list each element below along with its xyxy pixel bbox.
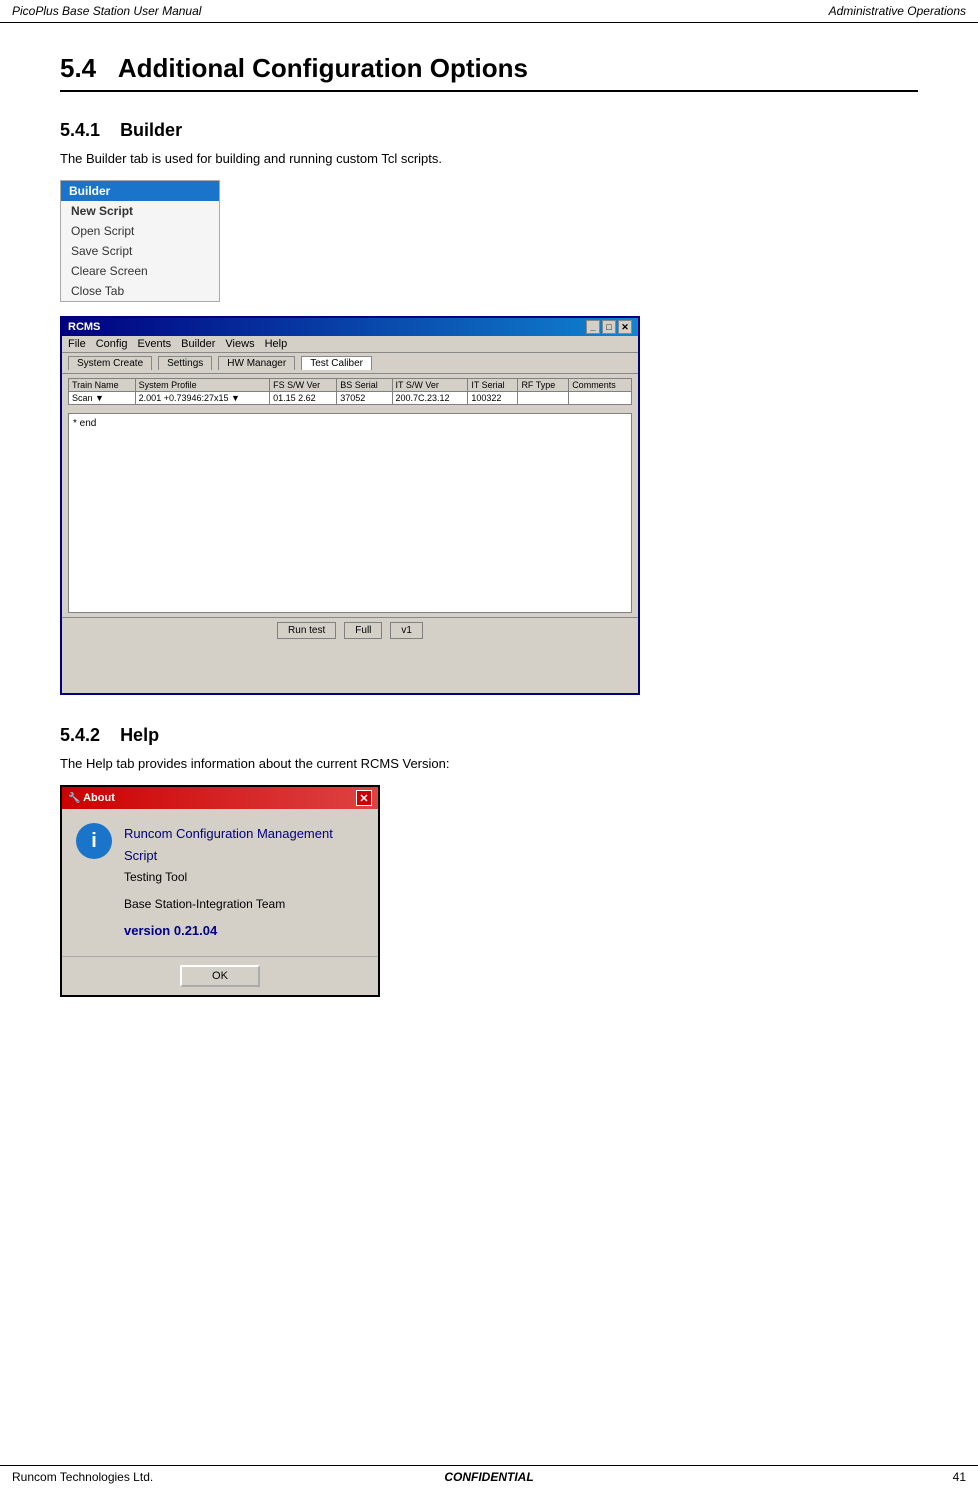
rcms-menu-config[interactable]: Config [96,338,128,350]
rcms-col-rf-type: RF Type [518,379,569,392]
rcms-menu-events[interactable]: Events [138,338,172,350]
rcms-minimize-btn[interactable]: _ [586,320,600,334]
rcms-toolbar: System Create Settings HW Manager Test C… [62,353,638,374]
rcms-titlebar: RCMS _ □ ✕ [62,318,638,336]
about-info-icon: i [76,823,112,859]
rcms-cell-it-sw: 200.7C.23.12 [392,392,468,405]
rcms-titlebar-buttons: _ □ ✕ [586,320,632,334]
rcms-table-area: Train Name System Profile FS S/W Ver BS … [62,374,638,409]
rcms-col-system-profile: System Profile [135,379,269,392]
builder-menu-item-clear[interactable]: Cleare Screen [61,261,219,281]
rcms-run-test-btn[interactable]: Run test [277,622,336,639]
about-dialog: 🔧 About ✕ i Runcom Configuration Managem… [60,785,380,997]
subsection2-desc: The Help tab provides information about … [60,756,918,771]
page-footer: Runcom Technologies Ltd. CONFIDENTIAL 41 [0,1465,978,1488]
subsection1-desc: The Builder tab is used for building and… [60,151,918,166]
rcms-cell-rf-type [518,392,569,405]
rcms-col-train-name: Train Name [69,379,136,392]
subsection1-title: 5.4.1 Builder [60,120,918,141]
rcms-title: RCMS [68,321,100,333]
rcms-menu-builder[interactable]: Builder [181,338,215,350]
rcms-menu-help[interactable]: Help [265,338,288,350]
rcms-cell-bs-serial: 37052 [337,392,392,405]
rcms-bottom-bar: Run test Full v1 [62,617,638,643]
about-app-name: Runcom Configuration Management Script [124,823,364,867]
about-version: version 0.21.04 [124,920,364,942]
rcms-restore-btn[interactable]: □ [602,320,616,334]
rcms-menu-views[interactable]: Views [225,338,254,350]
rcms-table: Train Name System Profile FS S/W Ver BS … [68,378,632,405]
rcms-cell-train: Scan ▼ [69,392,136,405]
section-title: 5.4 Additional Configuration Options [60,53,918,92]
rcms-col-it-sw: IT S/W Ver [392,379,468,392]
footer-center: CONFIDENTIAL [444,1470,533,1484]
builder-menu-header: Builder [61,181,219,201]
about-subtitle: Testing Tool [124,867,364,887]
about-close-btn[interactable]: ✕ [356,790,372,806]
header-left: PicoPlus Base Station User Manual [12,4,201,18]
rcms-tab-test-caliber[interactable]: Test Caliber [301,356,372,370]
builder-menu-item-open[interactable]: Open Script [61,221,219,241]
builder-menu-item-save[interactable]: Save Script [61,241,219,261]
rcms-window: RCMS _ □ ✕ File Config Events Builder Vi… [60,316,640,695]
about-text: Runcom Configuration Management Script T… [124,823,364,942]
about-footer: OK [62,956,378,995]
rcms-col-it-serial: IT Serial [468,379,518,392]
header-right: Administrative Operations [829,4,966,18]
table-row: Scan ▼ 2.001 +0.73946:27x15 ▼ 01.15 2.62… [69,392,632,405]
rcms-content-text: * end [73,418,96,429]
footer-left: Runcom Technologies Ltd. [12,1470,153,1484]
rcms-menubar: File Config Events Builder Views Help [62,336,638,353]
page-content: 5.4 Additional Configuration Options 5.4… [0,23,978,1077]
rcms-col-bs-serial: BS Serial [337,379,392,392]
footer-page-number: 41 [953,1470,966,1484]
rcms-tab-system-create[interactable]: System Create [68,356,152,370]
rcms-col-comments: Comments [569,379,632,392]
about-body: i Runcom Configuration Management Script… [62,809,378,956]
about-team: Base Station-Integration Team [124,894,364,914]
rcms-content-area: * end [68,413,632,613]
rcms-menu-file[interactable]: File [68,338,86,350]
rcms-tab-settings[interactable]: Settings [158,356,212,370]
builder-menu: Builder New Script Open Script Save Scri… [60,180,220,302]
rcms-col-fs-sw: FS S/W Ver [270,379,337,392]
rcms-close-btn[interactable]: ✕ [618,320,632,334]
builder-menu-item-new[interactable]: New Script [61,201,219,221]
rcms-cell-profile: 2.001 +0.73946:27x15 ▼ [135,392,269,405]
rcms-cell-it-serial: 100322 [468,392,518,405]
rcms-footer-area [62,643,638,693]
about-ok-button[interactable]: OK [180,965,260,987]
page-header: PicoPlus Base Station User Manual Admini… [0,0,978,23]
rcms-cell-fs-sw: 01.15 2.62 [270,392,337,405]
subsection2-title: 5.4.2 Help [60,725,918,746]
rcms-cell-comments [569,392,632,405]
rcms-tab-hw-manager[interactable]: HW Manager [218,356,295,370]
rcms-v1-btn[interactable]: v1 [390,622,423,639]
rcms-full-btn[interactable]: Full [344,622,382,639]
about-title: 🔧 About [68,792,115,804]
builder-menu-item-close[interactable]: Close Tab [61,281,219,301]
about-titlebar: 🔧 About ✕ [62,787,378,809]
